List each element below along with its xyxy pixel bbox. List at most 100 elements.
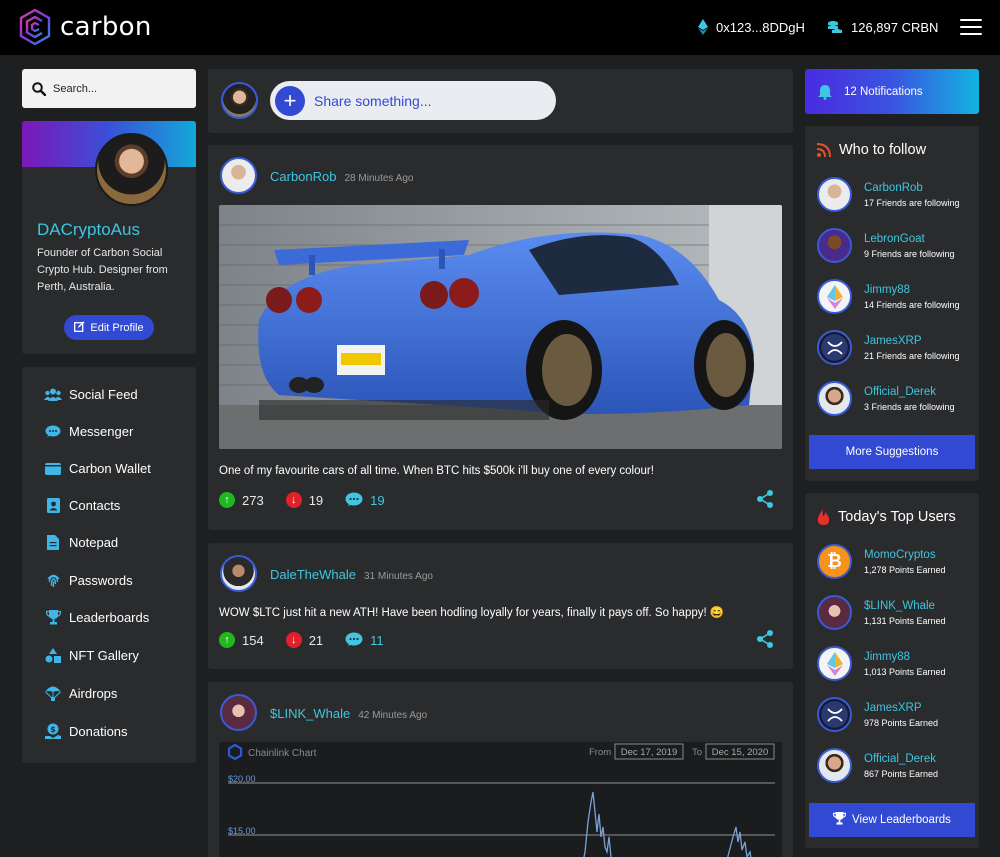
- top-user[interactable]: Official_Derek 867 Points Earned: [817, 748, 938, 783]
- downvote-count: 19: [308, 492, 324, 508]
- sidebar-item-airdrops[interactable]: Airdrops: [44, 685, 117, 701]
- sidebar-item-carbon-wallet[interactable]: Carbon Wallet: [44, 461, 151, 476]
- post-author[interactable]: DaleTheWhale 31 Minutes Ago: [270, 567, 433, 582]
- person-name[interactable]: Jimmy88: [864, 284, 960, 296]
- person-subtext: 14 Friends are following: [864, 299, 960, 310]
- profile-name[interactable]: DACryptoAus: [37, 220, 140, 240]
- person-subtext: 1,013 Points Earned: [864, 666, 946, 677]
- follow-suggestion[interactable]: LebronGoat 9 Friends are following: [817, 228, 955, 263]
- comments-button[interactable]: 11: [345, 632, 384, 648]
- share-placeholder: Share something...: [314, 92, 432, 109]
- view-leaderboards-button[interactable]: View Leaderboards: [809, 803, 975, 837]
- upvote-count: 273: [242, 492, 264, 508]
- sidebar-item-social-feed[interactable]: Social Feed: [44, 387, 138, 402]
- post-author-name[interactable]: CarbonRob: [270, 169, 337, 184]
- share-input[interactable]: + Share something...: [270, 81, 556, 120]
- upvote-button[interactable]: ↑ 154: [219, 632, 264, 648]
- price-chart[interactable]: Chainlink Chart From Dec 17, 2019 To Dec…: [219, 742, 782, 857]
- sidebar-item-label: Contacts: [69, 498, 121, 513]
- post-author[interactable]: CarbonRob 28 Minutes Ago: [270, 169, 413, 184]
- post-time: 42 Minutes Ago: [358, 710, 428, 721]
- more-suggestions-button[interactable]: More Suggestions: [809, 435, 975, 469]
- plus-icon[interactable]: +: [275, 85, 305, 116]
- sidebar-item-notepad[interactable]: Notepad: [44, 535, 118, 550]
- follow-suggestion[interactable]: Jimmy88 14 Friends are following: [817, 279, 960, 314]
- donation-icon: $: [44, 723, 62, 739]
- trophy-icon: [44, 610, 62, 625]
- card-title-text: Today's Top Users: [838, 509, 956, 525]
- from-date-value: Dec 17, 2019: [621, 747, 678, 758]
- follow-suggestion[interactable]: JamesXRP 21 Friends are following: [817, 330, 960, 365]
- avatar[interactable]: [95, 133, 168, 206]
- post-image[interactable]: [219, 205, 782, 449]
- brand-logo[interactable]: carbon: [18, 8, 152, 46]
- token-balance[interactable]: 126,897 CRBN: [827, 19, 938, 35]
- rss-icon: [817, 143, 831, 157]
- person-name[interactable]: JamesXRP: [864, 335, 960, 347]
- post-author-name[interactable]: $LINK_Whale: [270, 706, 350, 721]
- sidebar-item-donations[interactable]: $ Donations: [44, 723, 128, 739]
- follow-suggestion[interactable]: CarbonRob 17 Friends are following: [817, 177, 960, 212]
- person-name[interactable]: Official_Derek: [864, 386, 955, 398]
- avatar: [817, 177, 852, 212]
- sidebar-nav: Social Feed Messenger Carbon Wallet Cont…: [22, 367, 196, 763]
- menu-icon[interactable]: [960, 19, 982, 35]
- price-line: [727, 826, 752, 857]
- avatar[interactable]: [221, 82, 258, 119]
- person-name[interactable]: $LINK_Whale: [864, 600, 946, 612]
- person-name[interactable]: CarbonRob: [864, 182, 960, 194]
- sidebar-item-contacts[interactable]: Contacts: [44, 498, 120, 513]
- sidebar-item-label: Leaderboards: [69, 610, 150, 625]
- search-icon: [32, 81, 46, 96]
- avatar[interactable]: [220, 157, 257, 194]
- sidebar-item-leaderboards[interactable]: Leaderboards: [44, 610, 149, 625]
- person-name[interactable]: MomoCryptos: [864, 549, 946, 561]
- edit-profile-button[interactable]: Edit Profile: [64, 315, 154, 340]
- tick-15: $15.00: [228, 826, 256, 836]
- price-line: [583, 791, 612, 857]
- person-name[interactable]: Jimmy88: [864, 651, 946, 663]
- post-author-name[interactable]: DaleTheWhale: [270, 567, 356, 582]
- post-composer: + Share something...: [208, 69, 793, 133]
- top-user[interactable]: Jimmy88 1,013 Points Earned: [817, 646, 946, 681]
- search-box[interactable]: [22, 69, 196, 108]
- person-name[interactable]: JamesXRP: [864, 702, 938, 714]
- who-to-follow-title: Who to follow: [817, 142, 926, 158]
- sidebar-item-passwords[interactable]: Passwords: [44, 573, 133, 588]
- avatar[interactable]: [220, 555, 257, 592]
- wallet-address[interactable]: 0x123...8DDgH: [698, 19, 805, 35]
- notifications-button[interactable]: 12 Notifications: [805, 69, 979, 114]
- post-author[interactable]: $LINK_Whale 42 Minutes Ago: [270, 706, 427, 721]
- upvote-button[interactable]: ↑ 273: [219, 492, 264, 508]
- chart-title: Chainlink Chart: [248, 748, 317, 759]
- chainlink-icon: [227, 743, 243, 761]
- person-name[interactable]: LebronGoat: [864, 233, 955, 245]
- feed-post: DaleTheWhale 31 Minutes Ago WOW $LTC just…: [208, 543, 793, 669]
- notifications-label: 12 Notifications: [844, 85, 923, 98]
- follow-suggestion[interactable]: Official_Derek 3 Friends are following: [817, 381, 955, 416]
- ethereum-icon: [817, 646, 852, 681]
- comment-count: 19: [370, 492, 385, 508]
- avatar[interactable]: [220, 694, 257, 731]
- person-subtext: 9 Friends are following: [864, 248, 955, 259]
- top-user[interactable]: ₿ MomoCryptos 1,278 Points Earned: [817, 544, 946, 579]
- comments-button[interactable]: 19: [345, 492, 385, 508]
- wallet-icon: [44, 462, 62, 475]
- sidebar-item-label: Social Feed: [69, 387, 138, 402]
- top-user[interactable]: JamesXRP 978 Points Earned: [817, 697, 938, 732]
- downvote-button[interactable]: ↓ 19: [285, 492, 324, 508]
- share-icon[interactable]: [757, 490, 773, 508]
- token-balance-text: 126,897 CRBN: [851, 19, 939, 35]
- sidebar-item-messenger[interactable]: Messenger: [44, 424, 133, 439]
- comment-icon: [345, 492, 363, 506]
- person-subtext: 1,278 Points Earned: [864, 564, 946, 575]
- person-name[interactable]: Official_Derek: [864, 753, 938, 765]
- share-icon[interactable]: [757, 630, 773, 648]
- downvote-button[interactable]: ↓ 21: [285, 632, 323, 648]
- brand-name: carbon: [60, 12, 152, 42]
- to-date-value: Dec 15, 2020: [712, 747, 769, 758]
- person-subtext: 17 Friends are following: [864, 197, 960, 208]
- sidebar-item-nft-gallery[interactable]: NFT Gallery: [44, 648, 139, 663]
- search-input[interactable]: [53, 82, 183, 95]
- top-user[interactable]: $LINK_Whale 1,131 Points Earned: [817, 595, 946, 630]
